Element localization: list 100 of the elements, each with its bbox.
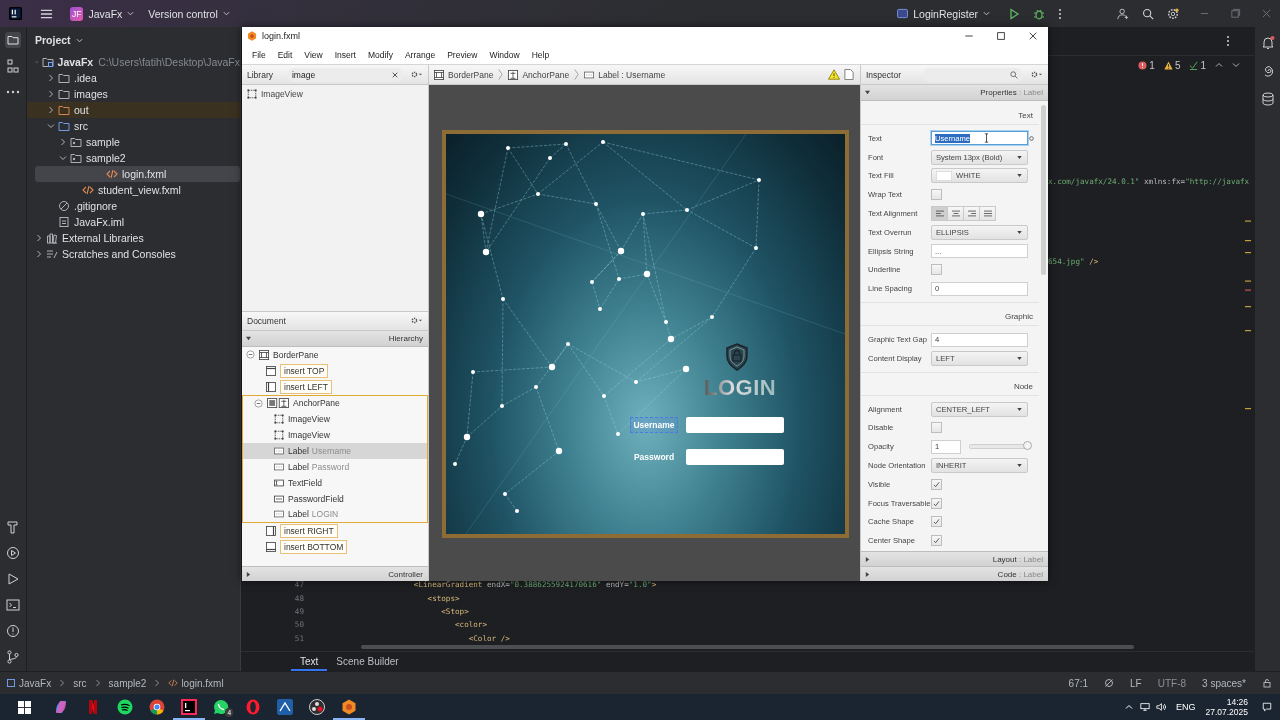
collapse-icon[interactable] <box>246 350 255 359</box>
document-icon[interactable] <box>843 69 855 80</box>
hierarchy-item[interactable]: ImageView <box>242 410 428 427</box>
problems-icon[interactable] <box>5 623 21 639</box>
hierarchy-item[interactable]: insert BOTTOM <box>242 538 428 555</box>
checkbox[interactable] <box>931 497 942 509</box>
menu-item[interactable]: Modify <box>361 49 399 60</box>
settings-icon[interactable] <box>411 317 423 324</box>
clock[interactable]: 14:26 27.07.2025 <box>1205 697 1248 717</box>
hierarchy-item[interactable]: insert TOP <box>242 362 428 379</box>
structure-icon[interactable] <box>5 58 21 74</box>
app-logo-icon[interactable] <box>9 7 22 20</box>
clear-icon[interactable] <box>392 71 398 78</box>
tree-item[interactable]: out <box>27 102 240 118</box>
maximize-icon[interactable] <box>996 31 1006 41</box>
tree-item[interactable]: sample2 <box>27 150 240 166</box>
breadcrumb-item[interactable]: login.fxml <box>168 677 224 689</box>
terminal-icon[interactable] <box>5 597 21 613</box>
services-icon[interactable] <box>5 545 21 561</box>
tree-item[interactable]: images <box>27 86 240 102</box>
collapse-icon[interactable] <box>254 398 263 408</box>
settings-icon[interactable] <box>411 71 423 78</box>
git-icon[interactable] <box>5 649 21 665</box>
tree-item[interactable]: Scratches and Consoles <box>27 246 240 262</box>
breadcrumb-item[interactable]: src <box>73 677 87 689</box>
editor-tab[interactable]: Text <box>291 652 328 671</box>
section-header[interactable]: Controller <box>242 566 428 581</box>
breadcrumb-item[interactable]: AnchorPane <box>508 69 570 80</box>
hierarchy-item[interactable]: BorderPane <box>242 346 428 363</box>
run-configuration[interactable]: LoginRegister <box>892 4 995 23</box>
no-edit-icon[interactable] <box>1104 678 1115 688</box>
checkbox[interactable] <box>931 516 942 528</box>
notification-icon[interactable] <box>1262 702 1272 712</box>
hierarchy-item[interactable]: Label Password <box>242 458 428 475</box>
line-ending[interactable]: LF <box>1130 677 1142 689</box>
section-header[interactable]: Properties : Label <box>861 85 1048 101</box>
tree-item[interactable]: .gitignore <box>27 198 240 214</box>
breadcrumb-item[interactable]: BorderPane <box>434 69 494 80</box>
search-icon[interactable] <box>1142 7 1154 20</box>
menu-item[interactable]: Help <box>525 49 556 60</box>
menu-item[interactable]: File <box>246 49 272 60</box>
error-count[interactable]: 1 <box>1138 59 1155 71</box>
hierarchy-item[interactable]: TextField <box>242 474 428 491</box>
close-icon[interactable] <box>1028 31 1038 41</box>
menu-icon[interactable] <box>40 7 53 20</box>
chevron-up-icon[interactable] <box>1215 61 1223 69</box>
windows-start-icon[interactable] <box>18 700 31 714</box>
section-header[interactable]: Layout : Label <box>861 551 1048 566</box>
alignment-toggle[interactable] <box>979 206 996 222</box>
checkbox[interactable] <box>931 189 942 201</box>
menu-item[interactable]: View <box>298 49 329 60</box>
menu-item[interactable]: Edit <box>271 49 299 60</box>
cursor-position[interactable]: 67:1 <box>1068 677 1089 689</box>
tree-item[interactable]: External Libraries <box>27 230 240 246</box>
hierarchy-item[interactable]: ImageView <box>242 426 428 443</box>
slider-thumb[interactable] <box>1023 441 1032 451</box>
checkbox[interactable] <box>931 478 942 490</box>
tree-item[interactable]: login.fxml <box>35 166 240 182</box>
breadcrumb-item[interactable]: Label : Username <box>584 69 666 80</box>
checkbox[interactable] <box>931 535 942 547</box>
hierarchy-item[interactable]: AnchorPane <box>242 394 428 411</box>
chevron-right-icon[interactable] <box>59 138 67 146</box>
settings-icon[interactable] <box>1031 71 1043 78</box>
database-icon[interactable] <box>1259 91 1276 107</box>
search-field[interactable]: image <box>287 67 403 82</box>
slider-track[interactable] <box>969 444 1029 450</box>
volume-icon[interactable] <box>1155 702 1166 712</box>
tree-item[interactable]: .idea <box>27 70 240 86</box>
scrollbar[interactable] <box>361 645 1134 649</box>
menu-item[interactable]: Arrange <box>398 49 442 60</box>
breadcrumb-item[interactable]: JavaFx <box>6 677 52 689</box>
lock-icon[interactable] <box>1262 678 1272 688</box>
checkbox[interactable] <box>931 264 942 276</box>
menu-item[interactable]: Preview <box>441 49 484 60</box>
hierarchy-item[interactable]: insert RIGHT <box>242 522 428 539</box>
input-field[interactable] <box>686 449 784 465</box>
menu-item[interactable]: Window <box>483 49 526 60</box>
tree-item[interactable]: JavaFx.iml <box>27 214 240 230</box>
tree-item[interactable]: student_view.fxml <box>27 182 240 198</box>
run-icon[interactable] <box>1008 7 1020 20</box>
chevron-down-icon[interactable] <box>1232 61 1240 69</box>
warning-count[interactable]: 5 <box>1163 59 1181 71</box>
chevron-down-icon[interactable] <box>47 122 55 130</box>
language-indicator[interactable]: ENG <box>1175 702 1196 712</box>
scrollbar[interactable] <box>1041 105 1046 275</box>
tree-item[interactable]: sample <box>27 134 240 150</box>
menu-item[interactable]: Insert <box>328 49 362 60</box>
warning-icon[interactable] <box>828 69 840 80</box>
bug-icon[interactable] <box>1033 7 1045 20</box>
add-user-icon[interactable] <box>1117 7 1129 20</box>
hammer-icon[interactable] <box>5 519 21 535</box>
hierarchy-item[interactable]: PasswordField <box>242 490 428 507</box>
run-icon[interactable] <box>5 571 21 587</box>
hierarchy-item[interactable]: insert LEFT <box>242 378 428 395</box>
chevron-up-icon[interactable] <box>1123 702 1134 712</box>
more-icon[interactable] <box>1058 7 1062 20</box>
editor-tab[interactable]: Scene Builder <box>327 652 408 671</box>
project-view-selector[interactable]: Project <box>27 27 91 54</box>
tree-item[interactable]: JavaFx C:\Users\fatih\Desktop\JavaFx <box>27 54 240 70</box>
hierarchy-item[interactable]: Label Username <box>242 442 428 459</box>
